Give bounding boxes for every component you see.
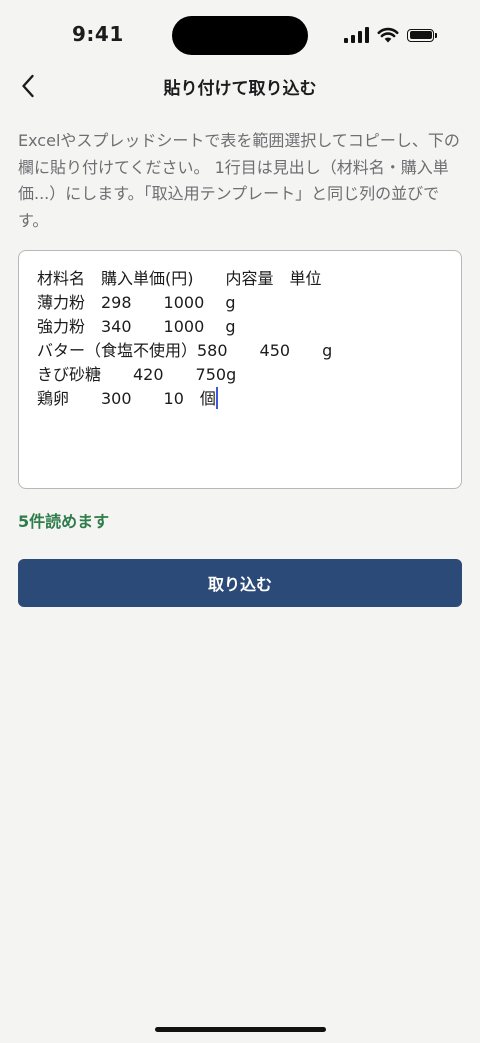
paste-textarea[interactable]: 材料名 購入単価(円) 内容量 単位 薄力粉 298 1000 g 強力粉 34…: [18, 250, 462, 489]
parse-status-message: 5件読めます: [18, 512, 110, 531]
dynamic-island: [172, 16, 308, 55]
screen: 9:41 貼り付けて取り込む Excelやスプレッドシートで表を範囲選択してコピ…: [0, 0, 480, 1043]
paste-textarea-content[interactable]: 材料名 購入単価(円) 内容量 単位 薄力粉 298 1000 g 強力粉 34…: [37, 267, 443, 411]
wifi-icon: [377, 27, 399, 43]
status-bar: 9:41: [0, 0, 480, 70]
battery-icon: [407, 28, 437, 42]
cellular-signal-icon: [344, 27, 369, 43]
nav-bar: 貼り付けて取り込む: [0, 62, 480, 110]
paste-textarea-value: 材料名 購入単価(円) 内容量 単位 薄力粉 298 1000 g 強力粉 34…: [37, 269, 333, 408]
import-button[interactable]: 取り込む: [18, 559, 462, 607]
home-indicator: [155, 1027, 326, 1032]
status-icons: [344, 26, 437, 44]
instructions-text: Excelやスプレッドシートで表を範囲選択してコピーし、下の欄に貼り付けてくださ…: [18, 131, 460, 230]
status-time: 9:41: [72, 22, 124, 46]
page-title: 貼り付けて取り込む: [163, 79, 317, 99]
text-caret: [215, 387, 218, 409]
